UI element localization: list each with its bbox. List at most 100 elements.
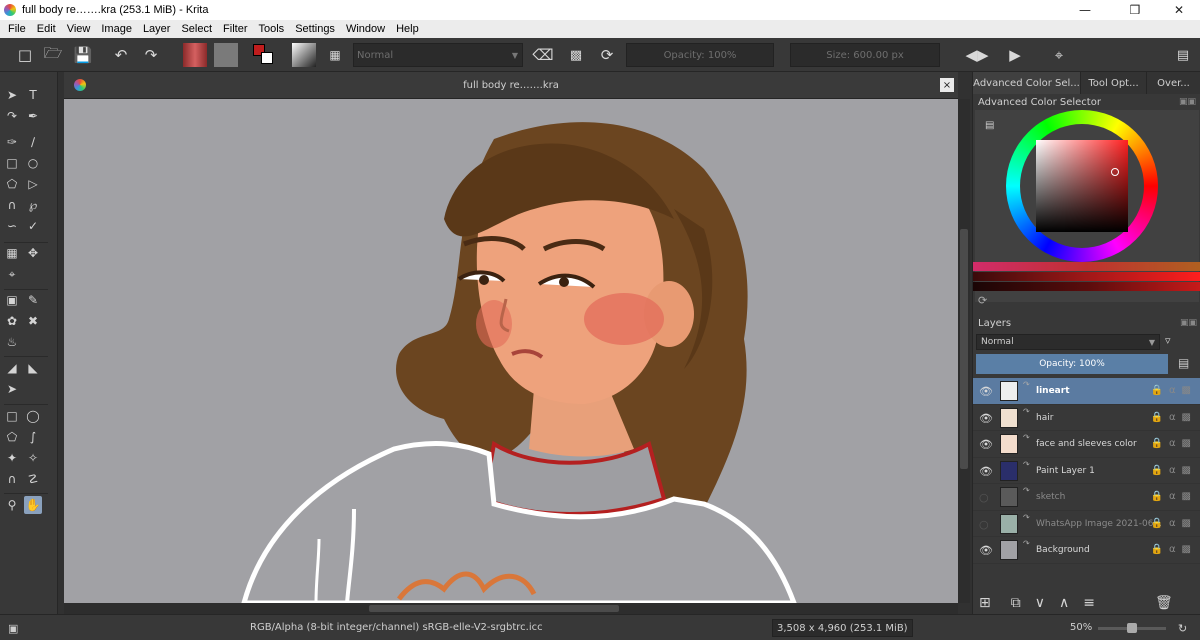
zoom-tool-icon[interactable]: ⚲ [3, 496, 21, 514]
zoom-slider-handle[interactable] [1127, 623, 1137, 633]
layer-row[interactable]: ○ ↷ sketch 🔒α▩ [973, 484, 1200, 511]
move-layer-up-icon[interactable]: ∧ [1059, 595, 1069, 611]
close-document-button[interactable]: × [940, 78, 954, 92]
blend-mode-select[interactable]: Normal ▼ [353, 43, 523, 67]
multibrush-icon[interactable]: ✓ [24, 217, 42, 235]
refresh-icon[interactable]: ⟳ [978, 294, 987, 307]
color-history-bar[interactable] [973, 262, 1200, 271]
colorize-mask-icon[interactable]: ✿ [3, 312, 21, 330]
pattern-preset-button[interactable] [214, 43, 238, 67]
fg-bg-color-selector[interactable] [252, 43, 278, 67]
maximize-button[interactable]: ❒ [1112, 0, 1158, 20]
menu-view[interactable]: View [67, 23, 91, 35]
minimize-button[interactable]: — [1062, 0, 1108, 20]
measure-tool-icon[interactable]: ◣ [24, 359, 42, 377]
calligraphy-icon[interactable]: ✒ [24, 107, 42, 125]
layer-properties-icons[interactable]: 🔒α▩ [1151, 465, 1198, 476]
status-selection-icon[interactable]: ▣ [8, 622, 18, 635]
rotate-canvas-icon[interactable]: ↻ [1178, 622, 1187, 635]
hidden-eye-icon[interactable]: ○ [979, 491, 989, 504]
brush-preset-button[interactable] [292, 43, 316, 67]
move-layer-down-icon[interactable]: ∨ [1035, 595, 1045, 611]
layer-properties-icons[interactable]: 🔒α▩ [1151, 544, 1198, 555]
layer-row[interactable]: 👁 ↷ lineart 🔒α▩ [973, 378, 1200, 405]
layer-opacity-slider[interactable]: Opacity: 100% [976, 354, 1168, 374]
layer-properties-icons[interactable]: 🔒α▩ [1151, 518, 1198, 529]
layer-row[interactable]: 👁 ↷ Background 🔒α▩ [973, 537, 1200, 564]
layer-properties-icons[interactable]: 🔒α▩ [1151, 412, 1198, 423]
layer-properties-icons[interactable]: 🔒α▩ [1151, 491, 1198, 502]
canvas[interactable] [64, 99, 958, 603]
saturation-value-square[interactable] [1036, 140, 1128, 232]
workspace-icon[interactable]: ▤ [1172, 43, 1194, 67]
vertical-scrollbar[interactable] [958, 99, 970, 603]
horizontal-scroll-thumb[interactable] [369, 605, 619, 612]
ellipse-tool-icon[interactable]: ○ [24, 154, 42, 172]
color-marker[interactable] [1111, 168, 1119, 176]
redo-icon[interactable]: ↷ [140, 43, 162, 67]
transform-tool-icon[interactable]: ▦ [3, 244, 21, 262]
menu-select[interactable]: Select [181, 23, 212, 35]
freehand-brush-icon[interactable]: ✑ [3, 133, 21, 151]
polyline-tool-icon[interactable]: ▷ [24, 175, 42, 193]
menu-file[interactable]: File [8, 23, 26, 35]
open-folder-icon[interactable]: 🗁 [42, 43, 64, 67]
shade-bar-dark[interactable] [973, 272, 1200, 281]
duplicate-layer-icon[interactable]: ⧉ [1011, 595, 1021, 611]
undo-icon[interactable]: ↶ [110, 43, 132, 67]
delete-layer-icon[interactable]: 🗑 [1155, 595, 1173, 611]
crop-tool-icon[interactable]: ⌖ [3, 265, 21, 283]
panel-float-close-icon[interactable]: ▣▣ [1179, 97, 1196, 107]
reference-tool-icon[interactable]: ➤ [3, 380, 21, 398]
panel-float-close-icon[interactable]: ▣▣ [1180, 318, 1197, 328]
polygon-select-icon[interactable]: ⬠ [3, 428, 21, 446]
rect-select-icon[interactable]: □ [3, 407, 21, 425]
menu-help[interactable]: Help [396, 23, 419, 35]
layer-row[interactable]: 👁 ↷ face and sleeves color 🔒α▩ [973, 431, 1200, 458]
contiguous-select-icon[interactable]: ✦ [3, 449, 21, 467]
gradient-preset-button[interactable] [183, 43, 207, 67]
eraser-icon[interactable]: ⌫ [532, 43, 554, 67]
shade-bar-darker[interactable] [973, 282, 1200, 291]
new-document-icon[interactable]: □ [14, 43, 36, 67]
freehand-path-icon[interactable]: ℘ [24, 196, 42, 214]
opacity-slider[interactable]: Opacity: 100% [626, 43, 774, 67]
reload-preset-icon[interactable]: ⟳ [596, 43, 618, 67]
freehand-select-icon[interactable]: ∫ [24, 428, 42, 446]
tab-advanced-color-selector[interactable]: Advanced Color Sel... [973, 72, 1081, 94]
menu-filter[interactable]: Filter [223, 23, 247, 35]
save-icon[interactable]: 💾 [72, 43, 94, 67]
mirror-horizontal-icon[interactable]: ◀▶ [965, 43, 988, 67]
size-slider[interactable]: Size: 600.00 px [790, 43, 940, 67]
visibility-eye-icon[interactable]: 👁 [979, 544, 993, 557]
edit-shapes-icon[interactable]: ↷ [3, 107, 21, 125]
text-tool-icon[interactable]: T [24, 86, 42, 104]
pan-tool-icon[interactable]: ✋ [24, 496, 42, 514]
magnetic-select-icon[interactable]: ☡ [24, 470, 42, 488]
layer-properties-icons[interactable]: 🔒α▩ [1151, 385, 1198, 396]
add-layer-icon[interactable]: ⊞ [979, 595, 991, 611]
tab-tool-options[interactable]: Tool Opt... [1081, 72, 1147, 94]
document-tab[interactable]: full body re…….kra × [64, 72, 958, 99]
similar-select-icon[interactable]: ✧ [24, 449, 42, 467]
smart-patch-icon[interactable]: ✖ [24, 312, 42, 330]
background-color-swatch[interactable] [261, 52, 273, 64]
layer-row[interactable]: ○ ↷ WhatsApp Image 2021-06... 🔒α▩ [973, 511, 1200, 537]
gradient-tool-icon[interactable]: ▣ [3, 291, 21, 309]
brush-presets-grid-icon[interactable]: ▦ [324, 43, 346, 67]
dynamic-brush-icon[interactable]: ∽ [3, 217, 21, 235]
visibility-eye-icon[interactable]: 👁 [979, 385, 993, 398]
visibility-eye-icon[interactable]: 👁 [979, 438, 993, 451]
menu-layer[interactable]: Layer [143, 23, 171, 35]
color-picker-icon[interactable]: ✎ [24, 291, 42, 309]
layer-properties-icon[interactable]: ≡ [1083, 595, 1095, 611]
ellipse-select-icon[interactable]: ◯ [24, 407, 42, 425]
menu-tools[interactable]: Tools [259, 23, 285, 35]
menu-edit[interactable]: Edit [37, 23, 56, 35]
hidden-eye-icon[interactable]: ○ [979, 518, 989, 531]
line-tool-icon[interactable]: ∕ [24, 133, 42, 151]
rectangle-tool-icon[interactable]: □ [3, 154, 21, 172]
layer-blend-mode-select[interactable]: Normal ▼ [976, 334, 1160, 350]
layer-properties-icons[interactable]: 🔒α▩ [1151, 438, 1198, 449]
wrap-around-icon[interactable]: ⌖ [1048, 43, 1070, 67]
